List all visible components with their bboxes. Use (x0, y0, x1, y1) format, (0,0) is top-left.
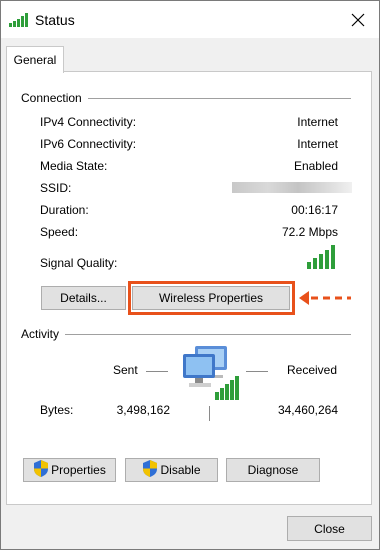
signal-quality-icon (307, 245, 337, 272)
activity-heading: Activity (21, 327, 66, 341)
title-bar: Status (1, 1, 379, 38)
uac-shield-icon (142, 460, 158, 480)
arrow-left-icon (297, 289, 353, 310)
uac-shield-icon (33, 460, 49, 480)
media-state-label: Media State: (40, 159, 108, 173)
disable-button-label: Disable (160, 463, 201, 477)
details-button[interactable]: Details... (41, 286, 126, 310)
speed-value: 72.2 Mbps (281, 225, 338, 239)
sent-line (146, 371, 168, 372)
duration-label: Duration: (40, 203, 89, 217)
received-label: Received (287, 363, 338, 377)
bytes-received-value: 34,460,264 (277, 403, 338, 417)
network-computers-icon (179, 346, 245, 409)
bytes-sent-value: 3,498,162 (116, 403, 170, 417)
connection-heading: Connection (21, 91, 88, 105)
status-dialog: Status General Connection IPv4 Connectiv… (0, 0, 380, 550)
duration-value: 00:16:17 (291, 203, 338, 217)
annotation-highlight-box (128, 281, 295, 315)
activity-divider (21, 334, 351, 335)
close-icon[interactable] (347, 9, 369, 31)
ipv4-value: Internet (297, 115, 338, 129)
ssid-label: SSID: (40, 181, 72, 195)
disable-button[interactable]: Disable (125, 458, 218, 482)
media-state-value: Enabled (293, 159, 338, 173)
diagnose-button[interactable]: Diagnose (226, 458, 320, 482)
ssid-value-redacted (232, 182, 352, 193)
window-title: Status (35, 12, 75, 28)
bytes-label: Bytes: (40, 403, 74, 417)
ipv4-label: IPv4 Connectivity: (40, 115, 137, 129)
received-line (246, 371, 268, 372)
properties-button-label: Properties (51, 463, 106, 477)
properties-button[interactable]: Properties (23, 458, 116, 482)
ipv6-value: Internet (297, 137, 338, 151)
ipv6-label: IPv6 Connectivity: (40, 137, 137, 151)
sent-label: Sent (113, 363, 138, 377)
close-button[interactable]: Close (287, 516, 372, 541)
speed-label: Speed: (40, 225, 79, 239)
activity-divider-vertical (209, 406, 210, 421)
signal-quality-label: Signal Quality: (40, 256, 118, 270)
tab-general[interactable]: General (6, 46, 64, 73)
wifi-signal-icon (9, 13, 29, 30)
